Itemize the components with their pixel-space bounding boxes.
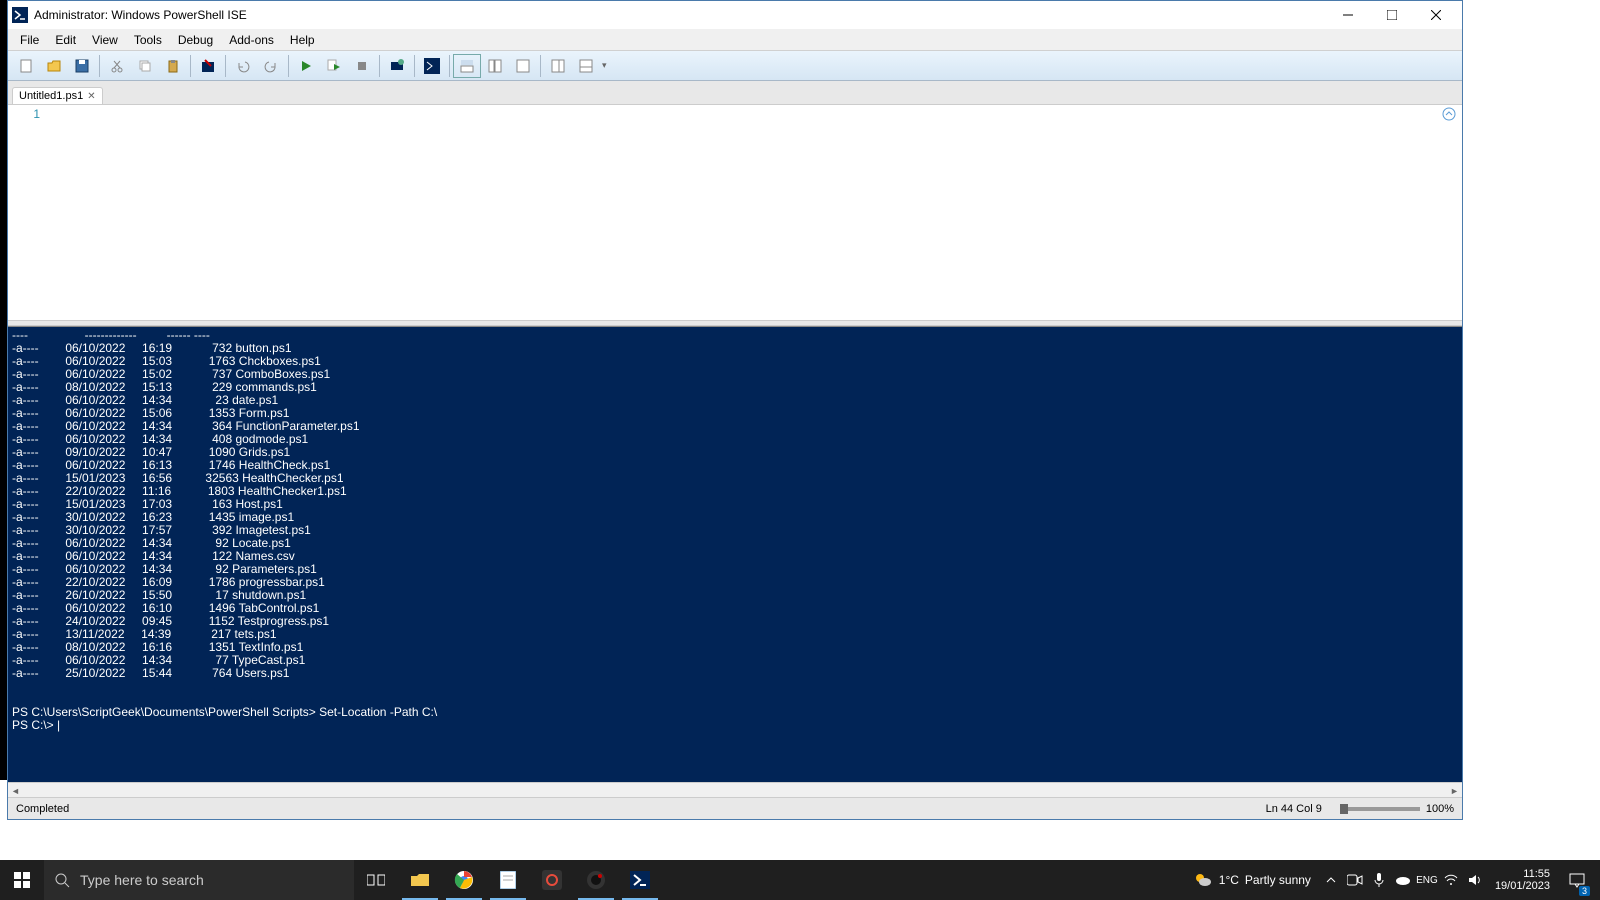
minimize-button[interactable]	[1326, 1, 1370, 29]
search-placeholder: Type here to search	[80, 872, 204, 888]
search-box[interactable]: Type here to search	[44, 860, 354, 900]
horizontal-scrollbar[interactable]: ◄ ►	[8, 782, 1462, 797]
app-icon	[12, 7, 28, 23]
menu-edit[interactable]: Edit	[47, 31, 84, 49]
task-view-button[interactable]	[354, 860, 398, 900]
copy-button[interactable]	[131, 54, 159, 78]
run-selection-button[interactable]	[320, 54, 348, 78]
taskbar-davinci-icon[interactable]	[530, 860, 574, 900]
start-powershell-button[interactable]	[418, 54, 446, 78]
window-title: Administrator: Windows PowerShell ISE	[34, 8, 1326, 22]
tray-clock[interactable]: 11:55 19/01/2023	[1489, 868, 1556, 892]
menubar: File Edit View Tools Debug Add-ons Help	[8, 29, 1462, 51]
paste-button[interactable]	[159, 54, 187, 78]
tray-wifi-icon[interactable]	[1441, 870, 1461, 890]
tab-label: Untitled1.ps1	[19, 90, 83, 102]
redo-button[interactable]	[257, 54, 285, 78]
show-script-top-button[interactable]	[453, 54, 481, 78]
script-pane[interactable]: 1	[8, 105, 1462, 320]
maximize-button[interactable]	[1370, 1, 1414, 29]
taskbar-obs-icon[interactable]	[574, 860, 618, 900]
line-number: 1	[16, 107, 40, 121]
show-script-max-button[interactable]	[509, 54, 537, 78]
tray-mic-icon[interactable]	[1369, 870, 1389, 890]
show-command-button[interactable]	[544, 54, 572, 78]
undo-button[interactable]	[229, 54, 257, 78]
line-col-indicator: Ln 44 Col 9	[1266, 803, 1322, 815]
menu-addons[interactable]: Add-ons	[221, 31, 282, 49]
zoom-level: 100%	[1426, 803, 1454, 815]
weather-desc: Partly sunny	[1245, 873, 1311, 887]
taskbar-notepad-icon[interactable]	[486, 860, 530, 900]
left-black-edge	[0, 0, 7, 780]
weather-icon	[1193, 870, 1213, 890]
script-tab[interactable]: Untitled1.ps1 ✕	[12, 87, 103, 104]
tray-meet-now-icon[interactable]	[1345, 870, 1365, 890]
close-button[interactable]	[1414, 1, 1458, 29]
scroll-right-icon[interactable]: ►	[1447, 783, 1462, 798]
line-number-gutter: 1	[8, 105, 48, 320]
save-button[interactable]	[68, 54, 96, 78]
console-pane[interactable]: ---- ------------- ------ ---- -a---- 06…	[8, 326, 1462, 782]
tray-chevron-icon[interactable]	[1321, 870, 1341, 890]
toolbar: ▾	[8, 51, 1462, 81]
start-button[interactable]	[0, 860, 44, 900]
menu-file[interactable]: File	[12, 31, 47, 49]
tab-close-icon[interactable]: ✕	[87, 91, 95, 102]
open-button[interactable]	[40, 54, 68, 78]
hide-script-pane-icon[interactable]	[1442, 107, 1456, 121]
status-text: Completed	[16, 803, 69, 815]
show-script-right-button[interactable]	[481, 54, 509, 78]
notification-badge: 3	[1579, 886, 1590, 896]
weather-temp: 1°C	[1219, 873, 1239, 887]
show-command-addon-button[interactable]	[572, 54, 600, 78]
tray-language-icon[interactable]: ENG	[1417, 870, 1437, 890]
tray-notifications-icon[interactable]: 3	[1560, 860, 1594, 900]
menu-tools[interactable]: Tools	[126, 31, 170, 49]
weather-widget[interactable]: 1°C Partly sunny	[1193, 870, 1311, 890]
zoom-slider[interactable]	[1340, 807, 1420, 811]
tray-volume-icon[interactable]	[1465, 870, 1485, 890]
new-button[interactable]	[12, 54, 40, 78]
cut-button[interactable]	[103, 54, 131, 78]
tray-date: 19/01/2023	[1495, 880, 1550, 892]
tray-time: 11:55	[1495, 868, 1550, 880]
tabstrip: Untitled1.ps1 ✕	[8, 81, 1462, 105]
toolbar-overflow-icon[interactable]: ▾	[602, 60, 607, 71]
taskbar-file-explorer-icon[interactable]	[398, 860, 442, 900]
menu-debug[interactable]: Debug	[170, 31, 221, 49]
menu-view[interactable]: View	[84, 31, 126, 49]
search-icon	[54, 872, 70, 888]
taskbar: Type here to search 1°C Partly sunny ENG…	[0, 860, 1600, 900]
new-remote-tab-button[interactable]	[383, 54, 411, 78]
scroll-left-icon[interactable]: ◄	[8, 783, 23, 798]
run-button[interactable]	[292, 54, 320, 78]
script-editor[interactable]	[48, 105, 1462, 320]
taskbar-powershell-icon[interactable]	[618, 860, 662, 900]
stop-button[interactable]	[348, 54, 376, 78]
taskbar-chrome-icon[interactable]	[442, 860, 486, 900]
clear-console-button[interactable]	[194, 54, 222, 78]
titlebar: Administrator: Windows PowerShell ISE	[8, 1, 1462, 29]
menu-help[interactable]: Help	[282, 31, 323, 49]
console-output: ---- ------------- ------ ---- -a---- 06…	[12, 329, 1458, 732]
tray-onedrive-icon[interactable]	[1393, 870, 1413, 890]
statusbar: Completed Ln 44 Col 9 100%	[8, 797, 1462, 819]
